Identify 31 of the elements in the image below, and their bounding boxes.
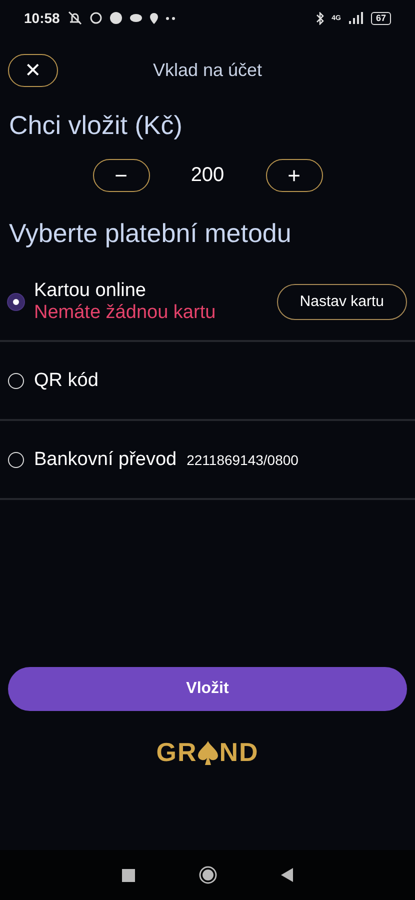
home-icon[interactable]: [199, 866, 217, 884]
payment-method-row[interactable]: QR kód: [0, 342, 415, 421]
clock-time: 10:58: [24, 10, 60, 26]
more-dots-icon: [166, 16, 175, 20]
amount-heading: Chci vložit (Kč): [8, 110, 184, 141]
warning-text: Nemáte žádnou kartu: [34, 302, 216, 324]
account-number: 2211869143/0800: [186, 452, 298, 468]
payment-method-row[interactable]: Kartou online Nemáte žádnou kartu Nastav kartu: [0, 263, 415, 342]
battery-level: 67: [370, 12, 391, 24]
bell-off-icon: [68, 11, 82, 25]
page-title: Vklad na účet: [152, 60, 264, 80]
logo-text: ND: [219, 737, 259, 768]
location-pin-icon: [150, 12, 158, 24]
decrease-button[interactable]: −: [92, 159, 150, 192]
close-button[interactable]: ✕: [8, 54, 58, 86]
logo-text: GR: [156, 737, 198, 768]
recent-apps-icon[interactable]: [122, 868, 135, 882]
bluetooth-icon: [316, 12, 324, 24]
set-card-button[interactable]: Nastav kartu: [276, 284, 407, 320]
method-label: QR kód: [34, 370, 98, 392]
payment-method-row[interactable]: Bankovní převod 2211869143/0800: [0, 421, 415, 500]
method-label: Kartou online: [34, 280, 147, 302]
radio-button[interactable]: [8, 294, 24, 310]
back-icon[interactable]: [281, 868, 293, 882]
increase-button[interactable]: +: [266, 159, 322, 192]
method-label: Bankovní převod: [34, 448, 177, 470]
amount-value: 200: [190, 164, 226, 187]
signal-icon: [348, 12, 363, 24]
spade-icon: [197, 740, 220, 766]
methods-heading: Vyberte platební metodu: [8, 218, 292, 249]
deposit-button[interactable]: Vložit: [8, 667, 407, 711]
